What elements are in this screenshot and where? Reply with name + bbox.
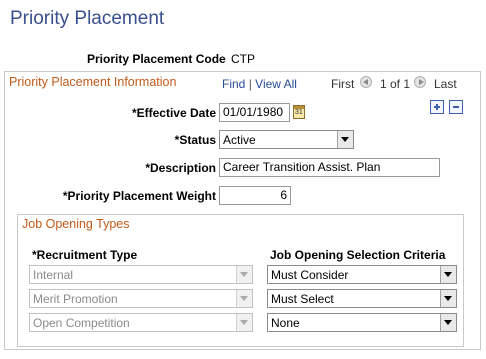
- selection-criteria-value: None: [271, 316, 300, 330]
- section-title: Priority Placement Information: [9, 75, 177, 89]
- chevron-down-icon: [236, 314, 252, 331]
- chevron-down-icon: [236, 290, 252, 307]
- priority-placement-information-section: Priority Placement Information Find | Vi…: [4, 71, 481, 350]
- calendar-icon[interactable]: [293, 105, 305, 119]
- job-opening-types-section: Job Opening Types *Recruitment Type Job …: [17, 214, 464, 347]
- recruitment-type-value: Merit Promotion: [33, 292, 118, 306]
- recruitment-type-select: Internal: [29, 265, 253, 284]
- chevron-down-icon: [440, 314, 456, 331]
- selection-criteria-header: Job Opening Selection Criteria: [270, 248, 446, 262]
- page-range: 1 of 1: [380, 77, 411, 91]
- chevron-down-icon: [440, 266, 456, 283]
- next-icon[interactable]: [414, 76, 426, 88]
- selection-criteria-select[interactable]: Must Consider: [267, 265, 457, 284]
- recruitment-type-select: Merit Promotion: [29, 289, 253, 308]
- section-header: Priority Placement Information Find | Vi…: [5, 72, 480, 92]
- last-label: Last: [434, 77, 457, 91]
- effective-date-input[interactable]: 01/01/1980: [219, 103, 290, 122]
- description-input[interactable]: Career Transition Assist. Plan: [219, 158, 440, 177]
- status-select-value: Active: [223, 133, 256, 147]
- selection-criteria-select[interactable]: None: [267, 313, 457, 332]
- grid-nav: Find | View All: [222, 77, 297, 91]
- weight-input[interactable]: 6: [219, 186, 291, 205]
- find-link[interactable]: Find: [222, 77, 245, 91]
- job-opening-types-title: Job Opening Types: [22, 217, 130, 231]
- priority-placement-code-value: CTP: [231, 52, 255, 66]
- page-title: Priority Placement: [10, 8, 165, 29]
- chevron-down-icon: [236, 266, 252, 283]
- effective-date-label: *Effective Date: [131, 106, 216, 120]
- priority-placement-code-label: Priority Placement Code: [87, 52, 226, 66]
- selection-criteria-value: Must Consider: [271, 268, 349, 282]
- chevron-down-icon: [337, 131, 353, 148]
- recruitment-type-select: Open Competition: [29, 313, 253, 332]
- weight-label: *Priority Placement Weight: [62, 189, 216, 203]
- selection-criteria-select[interactable]: Must Select: [267, 289, 457, 308]
- recruitment-type-value: Internal: [33, 268, 74, 282]
- status-label: *Status: [174, 133, 216, 147]
- recruitment-type-header: *Recruitment Type: [32, 248, 138, 262]
- selection-criteria-value: Must Select: [271, 292, 334, 306]
- description-label: *Description: [145, 161, 216, 175]
- prev-icon[interactable]: [360, 76, 372, 88]
- first-label: First: [331, 77, 355, 91]
- nav-separator: |: [248, 77, 252, 91]
- chevron-down-icon: [440, 290, 456, 307]
- add-row-icon[interactable]: [430, 100, 444, 114]
- status-select[interactable]: Active: [219, 130, 354, 149]
- delete-row-icon[interactable]: [449, 100, 463, 114]
- view-all-link[interactable]: View All: [255, 77, 297, 91]
- recruitment-type-value: Open Competition: [33, 316, 130, 330]
